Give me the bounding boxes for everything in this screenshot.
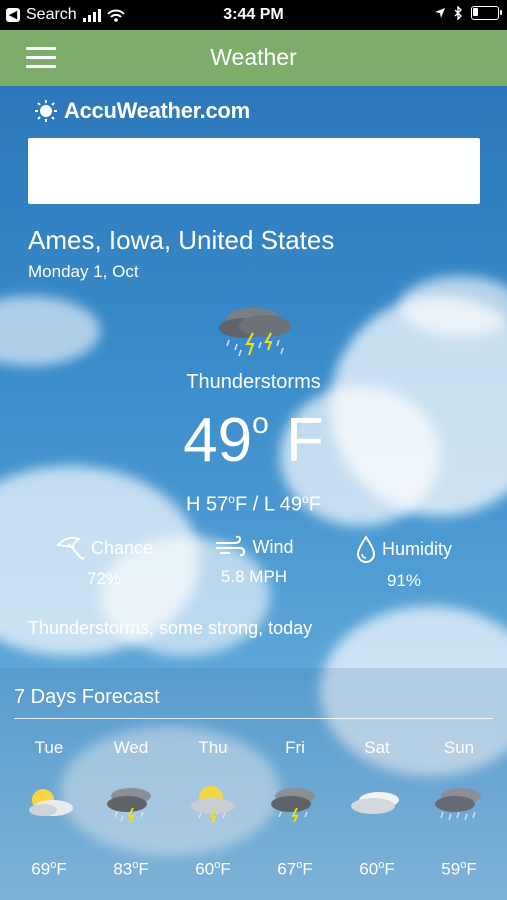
app-title: Weather <box>210 44 297 70</box>
bluetooth-icon <box>454 6 462 20</box>
stat-wind-label: Wind <box>252 536 294 557</box>
forecast-day-name: Tue <box>34 738 64 757</box>
forecast-section: 7 Days Forecast Tue 69oF Wed 83oF Thu 60… <box>0 668 507 900</box>
ad-banner[interactable] <box>28 138 480 204</box>
stat-humidity-value: 91% <box>386 571 422 590</box>
high-unit: F <box>234 493 248 516</box>
stat-chance: Chance 72% <box>24 535 184 589</box>
brand-logo: AccuWeather.com <box>34 98 250 124</box>
sun-thunderstorm-icon <box>191 786 235 824</box>
stat-chance-label: Chance <box>90 537 154 558</box>
current-date: Monday 1, Oct <box>28 262 139 281</box>
location-title: Ames, Iowa, United States <box>28 225 335 255</box>
forecast-title: 7 Days Forecast <box>14 686 160 708</box>
current-temperature: 49o F <box>0 405 507 476</box>
forecast-temp-value: 60 <box>359 859 379 879</box>
forecast-temp-value: 59 <box>441 859 461 879</box>
weather-summary: Thunderstorms, some strong, today <box>28 618 313 638</box>
forecast-temp-value: 69 <box>31 859 51 879</box>
forecast-unit: F <box>302 859 313 879</box>
forecast-day[interactable]: Sat 60oF <box>342 738 412 880</box>
umbrella-icon <box>56 536 85 560</box>
forecast-day-name: Sun <box>443 738 475 757</box>
forecast-unit: F <box>220 859 231 879</box>
forecast-day[interactable]: Fri 67oF <box>260 738 330 880</box>
high-value: 57 <box>206 493 229 516</box>
forecast-day-name: Sat <box>364 738 390 757</box>
thunderstorm-icon <box>107 788 151 823</box>
forecast-day[interactable]: Thu 60oF <box>178 738 248 880</box>
low-prefix: / L <box>247 493 280 516</box>
status-time: 3:44 PM <box>223 6 284 23</box>
status-bar: ◀ Search 3:44 PM <box>0 0 507 30</box>
condition-text: Thunderstorms <box>186 371 321 393</box>
forecast-day[interactable]: Tue 69oF <box>14 738 84 880</box>
forecast-day[interactable]: Sun 59oF <box>424 738 494 880</box>
battery-icon <box>471 6 502 20</box>
forecast-temp: 60oF <box>342 859 412 880</box>
thunderstorm-icon <box>271 788 315 823</box>
low-value: 49 <box>279 493 303 516</box>
temperature-value: 49 <box>183 406 253 475</box>
brand-name: AccuWeather.com <box>64 98 250 123</box>
forecast-day-name: Wed <box>113 738 149 757</box>
droplet-icon <box>356 535 375 563</box>
rain-icon <box>435 788 481 821</box>
forecast-day[interactable]: Wed 83oF <box>96 738 166 880</box>
stat-humidity: Humidity 91% <box>324 535 484 591</box>
app-bar: Weather <box>0 30 507 86</box>
forecast-temp-value: 83 <box>113 859 133 879</box>
forecast-temp: 69oF <box>14 859 84 880</box>
stat-chance-value: 72% <box>86 569 122 588</box>
low-degree: o <box>302 492 309 506</box>
cloudy-icon <box>351 792 399 814</box>
high-low: H 57oF / L 49oF <box>0 492 507 517</box>
high-prefix: H <box>186 493 207 516</box>
forecast-temp: 67oF <box>260 859 330 880</box>
forecast-temp-value: 67 <box>277 859 297 879</box>
stat-wind-value: 5.8 MPH <box>220 567 288 586</box>
wind-icon <box>216 535 246 557</box>
partly-sunny-icon <box>29 789 73 816</box>
location-arrow-icon <box>435 8 445 18</box>
forecast-day-name: Fri <box>285 738 305 757</box>
stat-wind: Wind 5.8 MPH <box>174 535 334 587</box>
forecast-unit: F <box>56 859 67 879</box>
forecast-temp: 83oF <box>96 859 166 880</box>
forecast-unit: F <box>138 859 149 879</box>
stat-humidity-label: Humidity <box>381 538 452 559</box>
forecast-day-name: Thu <box>198 738 228 757</box>
forecast-temp: 60oF <box>178 859 248 880</box>
forecast-divider <box>14 718 493 719</box>
forecast-temp-value: 60 <box>195 859 215 879</box>
high-degree: o <box>228 492 235 506</box>
forecast-unit: F <box>384 859 395 879</box>
forecast-unit: F <box>466 859 477 879</box>
thunderstorm-icon <box>219 308 291 357</box>
degree-symbol: o <box>252 407 269 440</box>
sun-logo-icon <box>35 100 57 122</box>
forecast-temp: 59oF <box>424 859 494 880</box>
low-unit: F <box>308 493 321 516</box>
temperature-unit: F <box>286 406 324 475</box>
